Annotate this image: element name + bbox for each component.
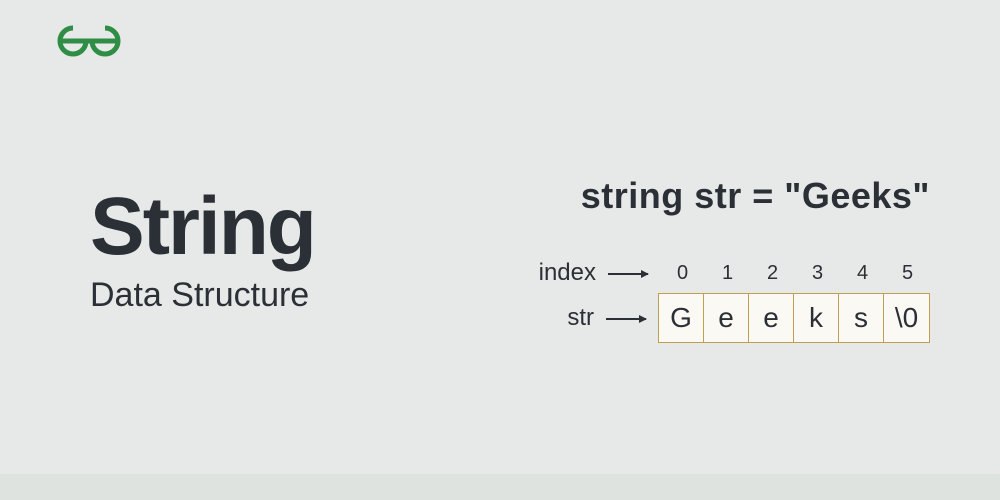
code-declaration: string str = "Geeks" [490, 175, 970, 217]
idx-3: 3 [795, 262, 840, 285]
string-diagram: index 0 1 2 3 4 5 str G e e k s \0 [490, 259, 970, 343]
idx-4: 4 [840, 262, 885, 285]
char-cells: G e e k s \0 [658, 293, 930, 343]
idx-2: 2 [750, 262, 795, 285]
idx-0: 0 [660, 262, 705, 285]
index-row: index 0 1 2 3 4 5 [539, 259, 930, 287]
example-block: string str = "Geeks" index 0 1 2 3 4 5 s… [490, 175, 970, 343]
str-label: str [567, 304, 594, 332]
cell-0: G [659, 294, 704, 342]
cell-4: s [839, 294, 884, 342]
page-title: String [90, 180, 315, 274]
arrow-icon [608, 273, 648, 274]
arrow-icon [606, 318, 646, 319]
heading-block: String Data Structure [90, 180, 315, 315]
idx-1: 1 [705, 262, 750, 285]
cell-1: e [704, 294, 749, 342]
cell-3: k [794, 294, 839, 342]
geeksforgeeks-logo [56, 24, 122, 63]
idx-5: 5 [885, 262, 930, 285]
str-row: str G e e k s \0 [567, 293, 930, 343]
index-label: index [539, 259, 596, 287]
index-values: 0 1 2 3 4 5 [660, 262, 930, 285]
page-subtitle: Data Structure [90, 276, 315, 315]
cell-2: e [749, 294, 794, 342]
footer-strip [0, 474, 1000, 500]
cell-5: \0 [884, 294, 929, 342]
